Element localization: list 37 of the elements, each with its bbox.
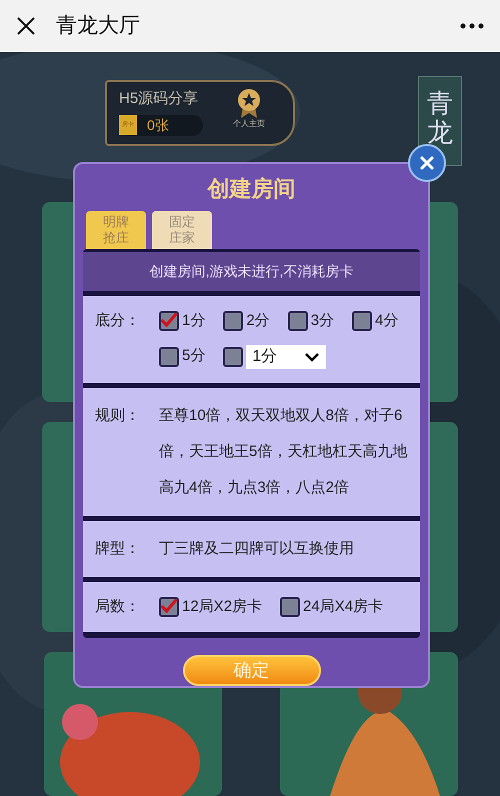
row-label: 牌型： [94,538,141,558]
option-label: 24局X4房卡 [303,596,384,616]
row-label: 规则： [94,406,141,426]
option-label: 3分 [310,311,334,331]
player-name: H5源码分享 [119,89,200,109]
medal-icon [237,88,261,118]
row-text: 丁三牌及二四牌可以互换使用 [159,538,355,558]
checkbox[interactable] [223,311,244,332]
option-label: 4分 [375,311,398,331]
notice-bar: 创建房间,游戏未进行,不消耗房卡 [83,252,420,291]
option-label: 2分 [246,311,270,331]
row-label: 底分： [94,311,141,331]
home-label: 个人主页 [233,118,265,130]
confirm-button[interactable]: 确定 [182,655,320,686]
row-text: 至尊10倍，双天双地双人8倍，对子6倍，天王地王5倍，天杠地杠天高九地高九4倍，九点3倍，八点2倍 [159,406,408,498]
mode-tab[interactable]: 明牌 抢庄 [86,211,146,249]
close-icon[interactable] [16,16,36,36]
card-count: 0张 [147,116,169,134]
page-title: 青龙大厅 [56,13,140,40]
checkbox[interactable] [159,596,179,617]
checkbox[interactable] [288,311,308,332]
checkbox[interactable] [159,311,179,332]
more-icon[interactable] [460,23,484,29]
checkbox[interactable] [352,311,372,332]
row-label: 局数： [94,596,141,616]
score-select[interactable]: 1分 [246,344,326,368]
option-label: 5分 [182,346,206,366]
checkbox[interactable] [223,346,244,366]
checkbox[interactable] [159,346,179,366]
dialog-title: 创建房间 [208,175,296,203]
option-label: 1分 [182,311,206,331]
option-label: 12局X2房卡 [182,596,262,616]
chevron-icon [304,352,320,362]
mode-tab[interactable]: 固定 庄家 [152,211,212,249]
close-icon [419,155,435,171]
checkbox[interactable] [280,596,300,617]
plaque-text: 青龙 [427,89,453,149]
